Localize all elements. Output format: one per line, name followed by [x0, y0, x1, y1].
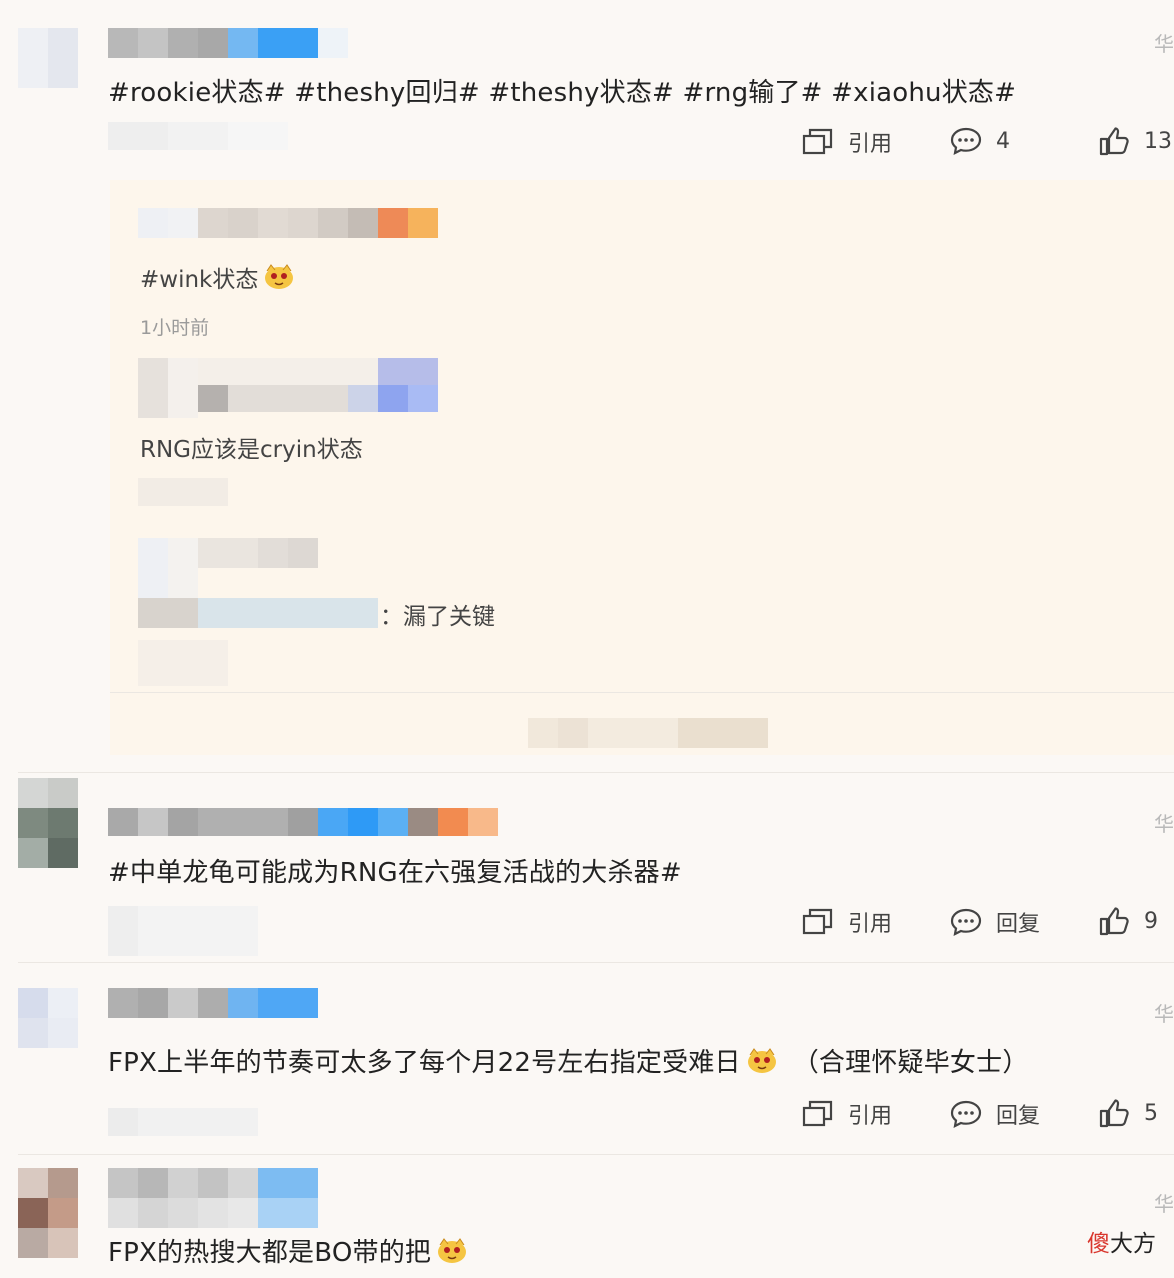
edge-text: 华: [1154, 1002, 1174, 1026]
comment-icon: [950, 127, 982, 155]
avatar[interactable]: [18, 988, 78, 1048]
reply-button[interactable]: 4: [950, 126, 1010, 156]
username-blurred[interactable]: [198, 208, 438, 238]
comment-text: #中单龙龟可能成为RNG在六强复活战的大杀器#: [108, 858, 682, 888]
quote-button[interactable]: 引用: [802, 906, 892, 938]
edge-text: 华: [1154, 812, 1174, 836]
reply-text-content: 漏了关键: [403, 604, 495, 630]
like-count: 5: [1144, 1100, 1158, 1126]
reply-text: #wink状态: [140, 260, 296, 294]
username-blurred[interactable]: [108, 988, 318, 1018]
reply-text: RNG应该是cryin状态: [140, 437, 363, 463]
avatar[interactable]: [138, 358, 198, 418]
username-blurred[interactable]: [108, 1168, 318, 1228]
meta-blurred: [108, 122, 288, 150]
thumbs-up-icon: [1099, 1099, 1129, 1128]
quote-label: 引用: [848, 912, 893, 937]
quote-button[interactable]: 引用: [802, 1098, 892, 1130]
comment-text: FPX上半年的节奏可太多了每个月22号左右指定受难日 （合理怀疑毕女士）: [108, 1042, 1029, 1079]
meta-blurred: [108, 1108, 258, 1136]
reply-timestamp: 1小时前: [140, 317, 210, 339]
reply-text-content: #wink状态: [140, 267, 259, 293]
quote-icon: [802, 128, 833, 155]
username-blurred[interactable]: [198, 358, 438, 412]
comment-icon: [950, 1100, 982, 1128]
like-button[interactable]: 5: [1098, 1098, 1158, 1128]
username-blurred[interactable]: [108, 808, 498, 836]
meta-blurred: [138, 640, 228, 686]
avatar[interactable]: [18, 28, 78, 88]
like-button[interactable]: 13: [1098, 126, 1172, 156]
reply-button[interactable]: 回复: [950, 1098, 1040, 1130]
divider: [110, 692, 1174, 693]
more-replies-blurred[interactable]: [528, 718, 768, 748]
username-blurred[interactable]: [108, 28, 348, 58]
watermark-red: 傻: [1087, 1231, 1110, 1257]
meta-blurred: [108, 906, 258, 956]
comment-text: #rookie状态# #theshy回归# #theshy状态# #rng输了#…: [108, 78, 1017, 108]
avatar[interactable]: [18, 778, 78, 868]
edge-text: 华: [1154, 1192, 1174, 1216]
divider: [18, 772, 1174, 773]
comment-text-content: FPX的热搜大都是BO带的把: [108, 1238, 432, 1268]
comment-icon: [950, 908, 982, 936]
edge-text: 华: [1154, 32, 1174, 56]
reply-label: 回复: [996, 1104, 1041, 1129]
reply-prefix: ：: [380, 604, 403, 630]
quote-icon: [802, 1100, 833, 1127]
like-button[interactable]: 9: [1098, 906, 1158, 936]
meta-blurred: [138, 478, 228, 506]
emoji-icon: [745, 1046, 779, 1076]
like-count: 9: [1144, 908, 1158, 934]
username-blurred[interactable]: [198, 538, 318, 568]
avatar[interactable]: [18, 1168, 78, 1258]
thumbs-up-icon: [1099, 907, 1129, 936]
reply-button[interactable]: 回复: [950, 906, 1040, 938]
watermark: 傻大方: [1087, 1224, 1156, 1258]
reply-text: ：漏了关键: [380, 597, 495, 631]
avatar[interactable]: [138, 538, 198, 598]
username-blurred[interactable]: [138, 598, 378, 628]
quote-label: 引用: [848, 1104, 893, 1129]
like-count: 13: [1144, 128, 1172, 154]
divider: [18, 962, 1174, 963]
reply-label: 回复: [996, 912, 1041, 937]
emoji-icon: [262, 262, 296, 292]
watermark-rest: 大方: [1110, 1231, 1156, 1257]
divider: [18, 1154, 1174, 1155]
comment-text: FPX的热搜大都是BO带的把: [108, 1232, 469, 1269]
reply-count: 4: [996, 128, 1010, 154]
avatar[interactable]: [138, 208, 198, 238]
quote-label: 引用: [848, 132, 893, 157]
emoji-icon: [435, 1236, 469, 1266]
comment-text-content: FPX上半年的节奏可太多了每个月22号左右指定受难日: [108, 1048, 741, 1078]
thumbs-up-icon: [1099, 127, 1129, 156]
quote-icon: [802, 908, 833, 935]
comment-text-suffix: （合理怀疑毕女士）: [792, 1048, 1029, 1078]
quote-button[interactable]: 引用: [802, 126, 892, 158]
